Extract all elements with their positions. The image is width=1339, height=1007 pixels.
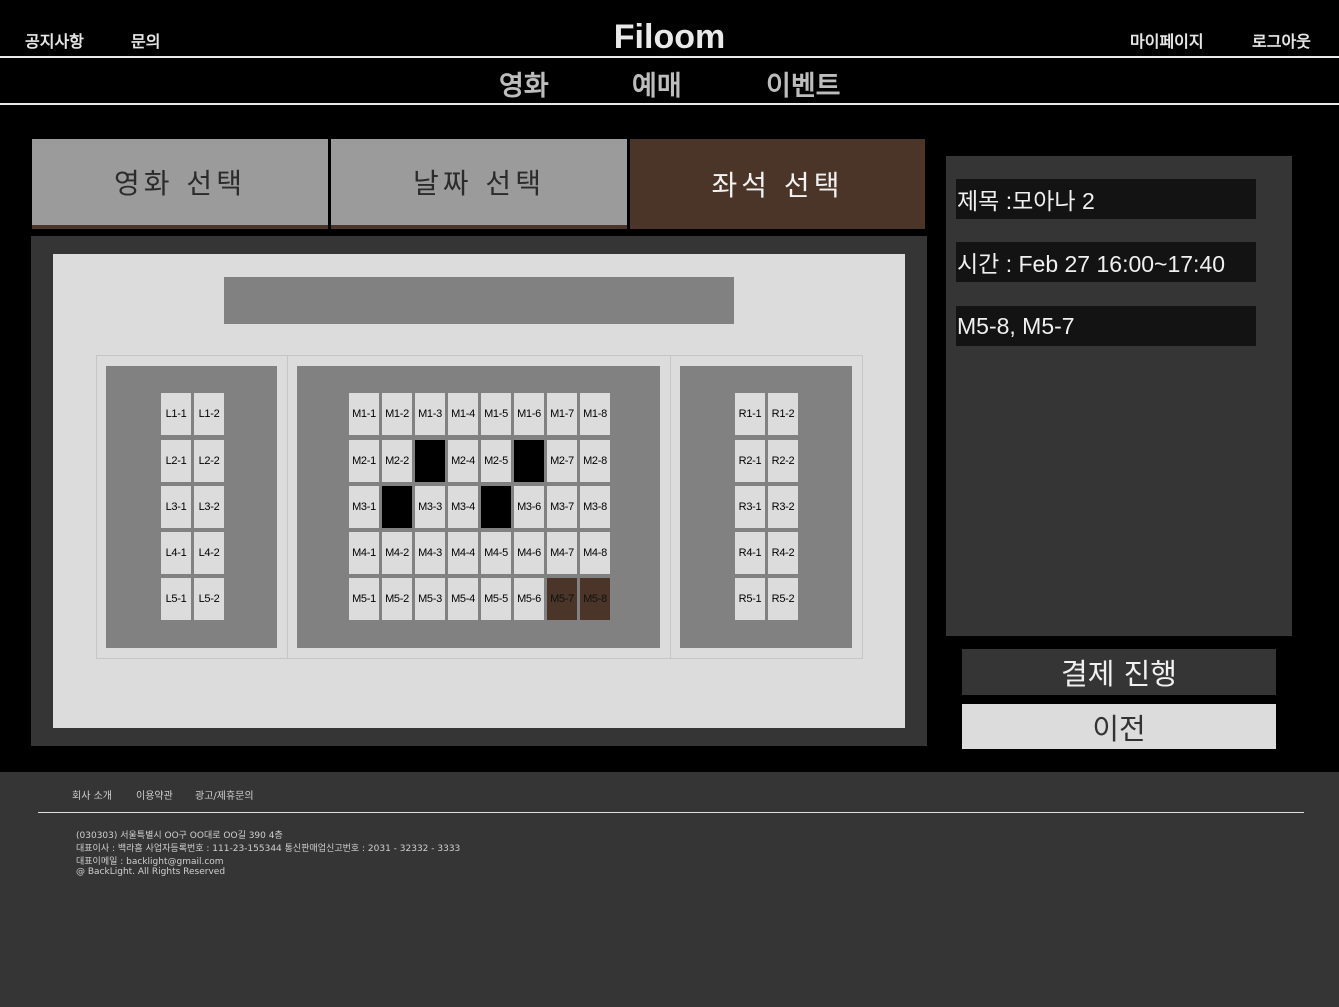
- seat-r2-1[interactable]: R2-1: [735, 440, 765, 482]
- footer-email: 대표이메일 : backlight@gmail.com: [76, 857, 224, 867]
- seat-m4-8[interactable]: M4-8: [580, 532, 610, 574]
- step-tab-seat[interactable]: 좌석 선택: [630, 139, 925, 229]
- screen-bar: [224, 277, 734, 324]
- right-seat-block: [680, 366, 852, 648]
- seat-m4-1[interactable]: M4-1: [349, 532, 379, 574]
- info-seats: M5-8, M5-7: [956, 306, 1256, 346]
- nav-event[interactable]: 이벤트: [766, 64, 841, 103]
- seat-l2-1[interactable]: L2-1: [161, 440, 191, 482]
- seat-m3-5: M3-5: [481, 486, 511, 528]
- seat-l1-1[interactable]: L1-1: [161, 393, 191, 435]
- seat-m2-2[interactable]: M2-2: [382, 440, 412, 482]
- seat-r4-1[interactable]: R4-1: [735, 532, 765, 574]
- seat-m4-3[interactable]: M4-3: [415, 532, 445, 574]
- info-title: 제목 :모아나 2: [956, 179, 1256, 219]
- footer: [0, 772, 1339, 1007]
- seat-m1-6[interactable]: M1-6: [514, 393, 544, 435]
- notice-link[interactable]: 공지사항: [25, 28, 84, 52]
- seat-l5-1[interactable]: L5-1: [161, 578, 191, 620]
- left-seat-block: [106, 366, 277, 648]
- seat-m3-7[interactable]: M3-7: [547, 486, 577, 528]
- seat-m5-1[interactable]: M5-1: [349, 578, 379, 620]
- step-tab-movie[interactable]: 영화 선택: [32, 139, 328, 229]
- seat-m4-6[interactable]: M4-6: [514, 532, 544, 574]
- footer-business-info: 대표이사 : 백라흠 사업자등록번호 : 111-23-155344 통신판매업…: [76, 844, 461, 854]
- footer-copyright: @ BackLight. All Rights Reserved: [76, 867, 226, 877]
- seat-r4-2[interactable]: R4-2: [768, 532, 798, 574]
- seat-m3-8[interactable]: M3-8: [580, 486, 610, 528]
- nav-movie[interactable]: 영화: [499, 64, 549, 103]
- seat-l2-2[interactable]: L2-2: [194, 440, 224, 482]
- footer-link-about[interactable]: 회사 소개: [72, 787, 112, 802]
- mypage-link[interactable]: 마이페이지: [1130, 28, 1204, 52]
- seat-m3-6[interactable]: M3-6: [514, 486, 544, 528]
- main-nav: 영화 예매 이벤트: [0, 60, 1339, 105]
- seat-r5-2[interactable]: R5-2: [768, 578, 798, 620]
- seat-m2-5[interactable]: M2-5: [481, 440, 511, 482]
- seat-m2-6: M2-6: [514, 440, 544, 482]
- seat-m3-2: M3-2: [382, 486, 412, 528]
- seat-l4-2[interactable]: L4-2: [194, 532, 224, 574]
- seat-m1-7[interactable]: M1-7: [547, 393, 577, 435]
- seat-m2-4[interactable]: M2-4: [448, 440, 478, 482]
- seat-m5-7[interactable]: M5-7: [547, 578, 577, 620]
- seat-r2-2[interactable]: R2-2: [768, 440, 798, 482]
- seat-l5-2[interactable]: L5-2: [194, 578, 224, 620]
- seat-m5-2[interactable]: M5-2: [382, 578, 412, 620]
- seat-l4-1[interactable]: L4-1: [161, 532, 191, 574]
- info-time: 시간 : Feb 27 16:00~17:40: [956, 242, 1256, 282]
- seat-m5-6[interactable]: M5-6: [514, 578, 544, 620]
- seat-m1-2[interactable]: M1-2: [382, 393, 412, 435]
- seat-m2-7[interactable]: M2-7: [547, 440, 577, 482]
- seat-m1-1[interactable]: M1-1: [349, 393, 379, 435]
- seat-m5-5[interactable]: M5-5: [481, 578, 511, 620]
- seat-m3-3[interactable]: M3-3: [415, 486, 445, 528]
- brand-logo[interactable]: Filoom: [614, 18, 725, 56]
- seat-m3-1[interactable]: M3-1: [349, 486, 379, 528]
- top-bar: 공지사항 문의 Filoom 마이페이지 로그아웃: [0, 0, 1339, 58]
- seat-m4-7[interactable]: M4-7: [547, 532, 577, 574]
- booking-info-panel: [946, 156, 1292, 636]
- seat-m4-2[interactable]: M4-2: [382, 532, 412, 574]
- seat-r5-1[interactable]: R5-1: [735, 578, 765, 620]
- logout-link[interactable]: 로그아웃: [1252, 28, 1311, 52]
- seat-m2-1[interactable]: M2-1: [349, 440, 379, 482]
- prev-button[interactable]: 이전: [962, 704, 1276, 749]
- seat-m4-4[interactable]: M4-4: [448, 532, 478, 574]
- pay-button[interactable]: 결제 진행: [962, 649, 1276, 695]
- nav-booking[interactable]: 예매: [632, 64, 682, 103]
- seat-m5-3[interactable]: M5-3: [415, 578, 445, 620]
- seat-m1-5[interactable]: M1-5: [481, 393, 511, 435]
- seat-l3-1[interactable]: L3-1: [161, 486, 191, 528]
- seat-l3-2[interactable]: L3-2: [194, 486, 224, 528]
- seat-m5-4[interactable]: M5-4: [448, 578, 478, 620]
- seat-r3-2[interactable]: R3-2: [768, 486, 798, 528]
- seat-m2-8[interactable]: M2-8: [580, 440, 610, 482]
- seat-m4-5[interactable]: M4-5: [481, 532, 511, 574]
- seat-m1-4[interactable]: M1-4: [448, 393, 478, 435]
- seat-m5-8[interactable]: M5-8: [580, 578, 610, 620]
- seat-m1-3[interactable]: M1-3: [415, 393, 445, 435]
- step-tab-date[interactable]: 날짜 선택: [331, 139, 627, 229]
- inquiry-link[interactable]: 문의: [131, 28, 160, 52]
- seat-m3-4[interactable]: M3-4: [448, 486, 478, 528]
- footer-link-ads[interactable]: 광고/제휴문의: [195, 787, 254, 802]
- seat-l1-2[interactable]: L1-2: [194, 393, 224, 435]
- seat-r3-1[interactable]: R3-1: [735, 486, 765, 528]
- seat-r1-2[interactable]: R1-2: [768, 393, 798, 435]
- footer-address: (030303) 서울특별시 OO구 OO대로 OO길 390 4층: [76, 831, 283, 841]
- footer-link-terms[interactable]: 이용약관: [136, 787, 173, 802]
- seat-r1-1[interactable]: R1-1: [735, 393, 765, 435]
- footer-divider: [38, 812, 1304, 813]
- seat-m2-3: M2-3: [415, 440, 445, 482]
- seat-m1-8[interactable]: M1-8: [580, 393, 610, 435]
